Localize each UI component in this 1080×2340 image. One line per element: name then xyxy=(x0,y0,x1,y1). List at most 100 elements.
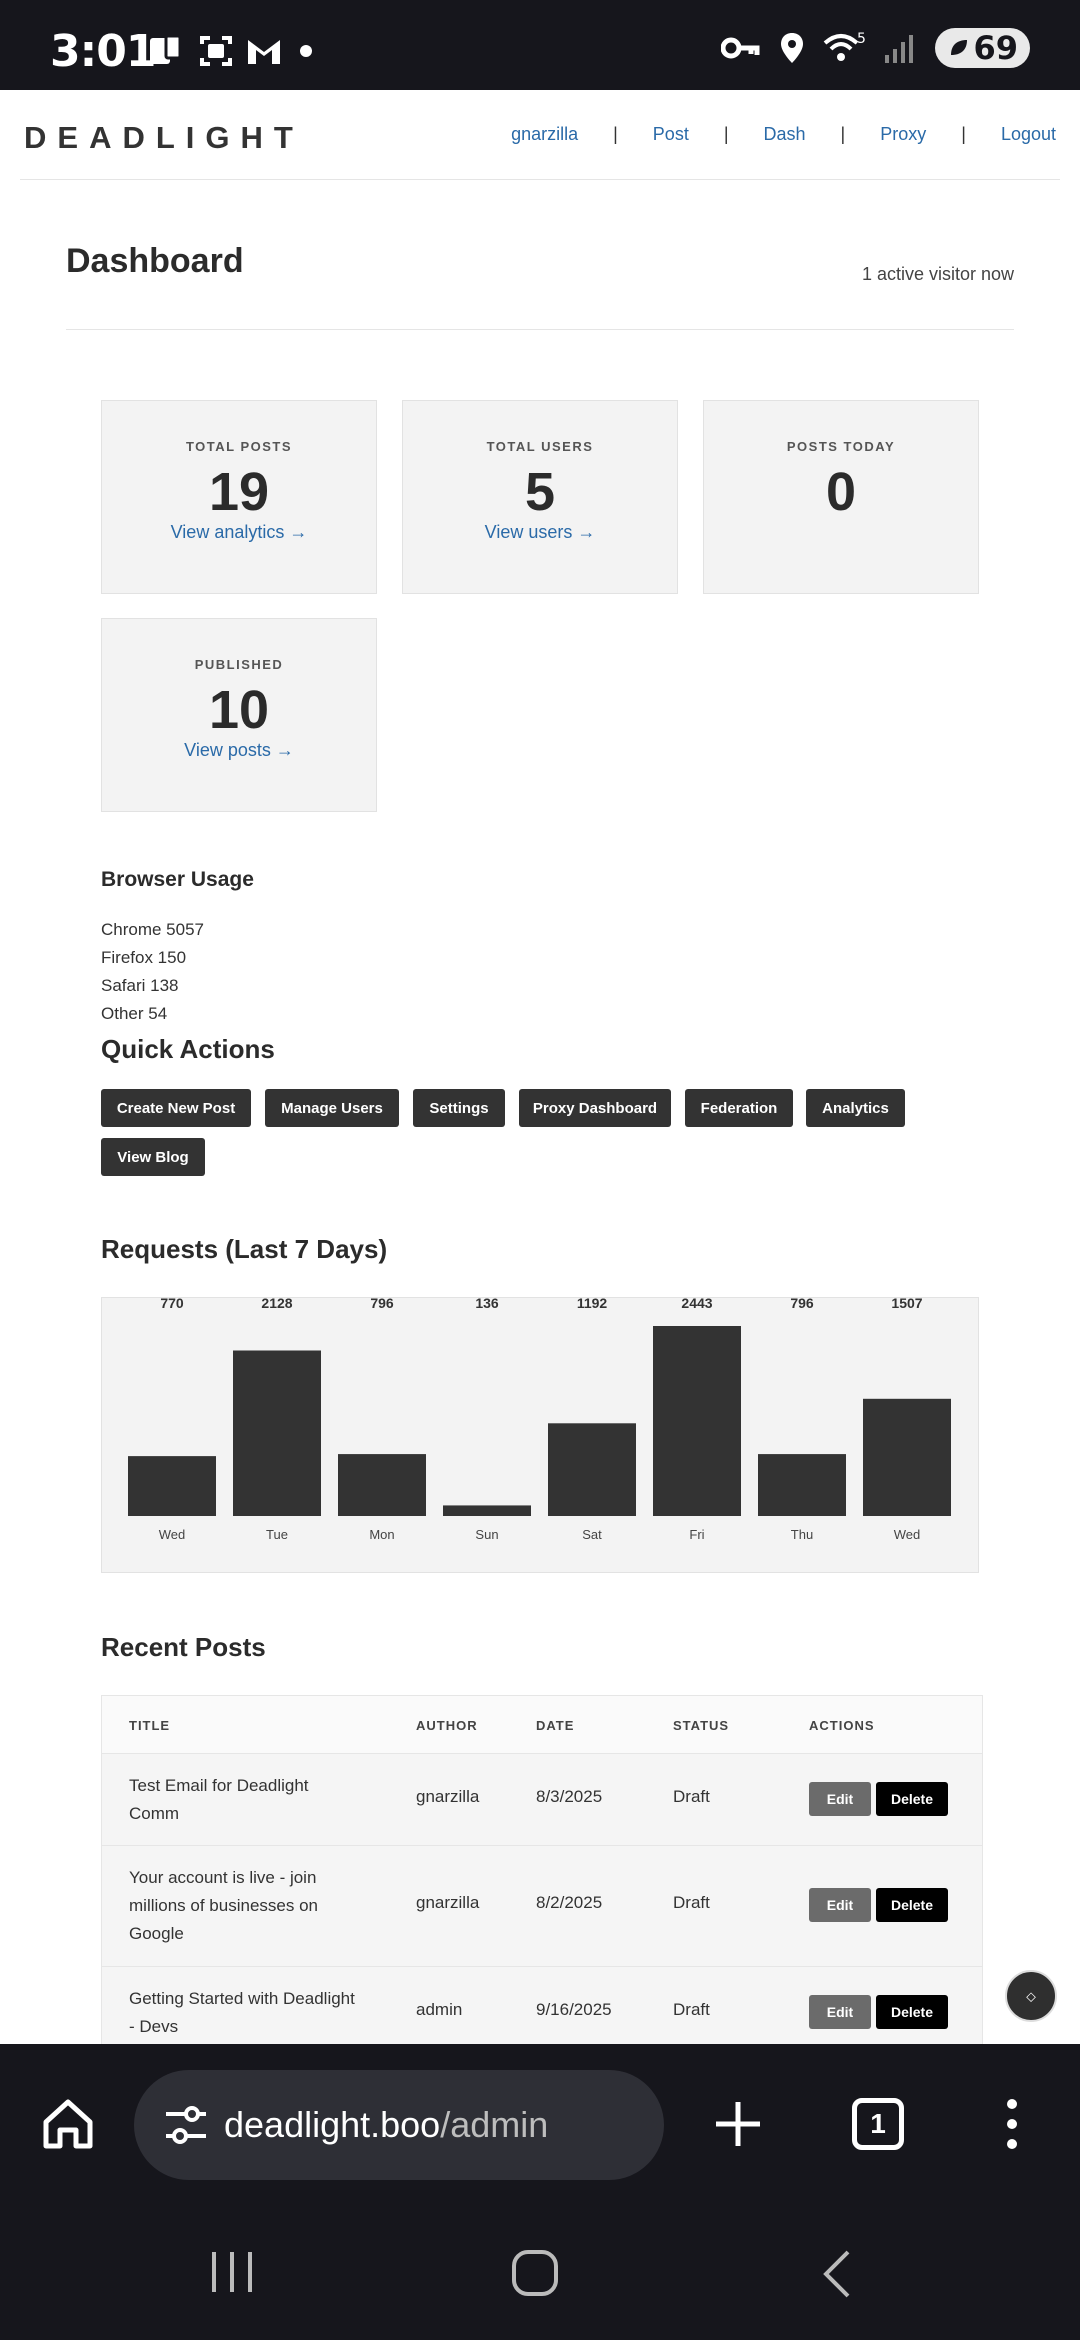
back-icon[interactable] xyxy=(818,2248,858,2300)
stat-label: TOTAL POSTS xyxy=(185,439,293,454)
url-path: /admin xyxy=(440,2104,549,2145)
post-author: admin xyxy=(416,2000,463,2019)
browser-usage-item: Firefox 150 xyxy=(101,948,187,967)
floating-toggle-button[interactable]: ⬦ xyxy=(1005,1970,1057,2022)
browser-usage-item: Other 54 xyxy=(101,1004,168,1023)
column-header-actions: ACTIONS xyxy=(809,1718,875,1733)
nav-link-proxy[interactable]: Proxy xyxy=(880,124,926,145)
post-author: gnarzilla xyxy=(416,1893,480,1912)
site-settings-icon[interactable] xyxy=(164,2106,208,2144)
home-nav-icon[interactable] xyxy=(510,2248,560,2298)
edit-button[interactable]: Edit xyxy=(809,1995,871,2029)
view-posts-link[interactable]: View posts → xyxy=(102,740,376,761)
stat-value: 10 xyxy=(208,680,270,740)
address-bar[interactable]: deadlight.boo/admin xyxy=(134,2070,664,2180)
url-domain: deadlight.boo xyxy=(224,2104,441,2145)
stat-value: 0 xyxy=(825,462,857,522)
nav-separator: | xyxy=(723,124,729,144)
requests-chart-svg: 770 Wed 2128 Tue 796 Mon 136 Sun 1192 Sat 2443 Fri 7… xyxy=(128,1295,951,1542)
delete-button[interactable]: Delete xyxy=(876,1782,948,1816)
stat-card-total-posts: TOTAL POSTS 19 View analytics → xyxy=(101,400,377,594)
post-title[interactable]: Getting Started with Deadlight - Devs xyxy=(129,1985,359,2041)
leaf-icon xyxy=(951,40,968,55)
settings-button[interactable]: Settings xyxy=(413,1089,505,1127)
post-status: Draft xyxy=(673,1787,710,1806)
stat-card-published: PUBLISHED 10 View posts → xyxy=(101,618,377,812)
more-options-icon[interactable] xyxy=(1000,2096,1024,2152)
delete-button[interactable]: Delete xyxy=(876,1995,948,2029)
edit-button[interactable]: Edit xyxy=(809,1782,871,1816)
chart-value-label: 136 xyxy=(475,1298,499,1311)
nav-link-dash[interactable]: Dash xyxy=(764,124,806,145)
location-icon xyxy=(781,33,804,63)
table-header: TITLE AUTHOR DATE STATUS ACTIONS xyxy=(102,1696,982,1754)
phone-tablet-icon xyxy=(150,34,182,64)
system-navigation-bar xyxy=(0,2204,1080,2340)
post-title[interactable]: Your account is live - join millions of … xyxy=(129,1864,359,1948)
home-icon[interactable] xyxy=(40,2096,96,2152)
notification-icons xyxy=(148,34,318,68)
chart-category-label: Tue xyxy=(266,1527,288,1542)
view-users-link[interactable]: View users → xyxy=(403,522,677,543)
view-analytics-link[interactable]: View analytics → xyxy=(102,522,376,543)
chart-value-label: 1192 xyxy=(577,1298,608,1311)
browser-usage-list: Chrome 5057 Firefox 150 Safari 138 Other… xyxy=(101,916,204,1028)
battery-indicator: 69 xyxy=(935,28,1030,68)
post-title[interactable]: Test Email for Deadlight Comm xyxy=(129,1772,359,1828)
delete-button[interactable]: Delete xyxy=(876,1888,948,1922)
stat-card-posts-today: POSTS TODAY 0 xyxy=(703,400,979,594)
nav-link-user[interactable]: gnarzilla xyxy=(511,124,578,145)
quick-actions-title: Quick Actions xyxy=(101,1034,275,1064)
post-status: Draft xyxy=(673,1893,710,1912)
chart-title: Requests (Last 7 Days) xyxy=(101,1234,388,1264)
recent-posts-table: TITLE AUTHOR DATE STATUS ACTIONS Test Em… xyxy=(101,1695,983,2059)
tab-count: 1 xyxy=(870,2108,886,2139)
chart-value-label: 1507 xyxy=(891,1298,922,1311)
browser-usage-title: Browser Usage xyxy=(101,868,254,891)
nav-separator: | xyxy=(613,124,618,144)
analytics-button[interactable]: Analytics xyxy=(806,1089,905,1127)
chart-category-label: Sat xyxy=(582,1527,602,1542)
chart-value-label: 796 xyxy=(790,1298,814,1311)
tab-switcher-button[interactable]: 1 xyxy=(852,2098,904,2150)
chart-bar xyxy=(338,1454,426,1516)
wifi-icon: 5 xyxy=(824,31,865,61)
chart-bar xyxy=(863,1398,951,1516)
stat-label: POSTS TODAY xyxy=(786,439,896,454)
view-blog-button[interactable]: View Blog xyxy=(101,1138,205,1176)
stat-label: TOTAL USERS xyxy=(486,439,594,454)
site-logo[interactable]: DEADLIGHT xyxy=(24,120,304,156)
chart-category-label: Sun xyxy=(475,1527,498,1542)
new-tab-icon[interactable] xyxy=(710,2096,766,2152)
chart-value-label: 770 xyxy=(160,1298,184,1311)
nav-link-logout[interactable]: Logout xyxy=(1001,124,1056,145)
status-time: 3:01 xyxy=(50,26,156,77)
stat-value: 19 xyxy=(208,462,270,522)
create-new-post-button[interactable]: Create New Post xyxy=(101,1089,251,1127)
manage-users-button[interactable]: Manage Users xyxy=(265,1089,399,1127)
chart-category-label: Fri xyxy=(689,1527,704,1542)
proxy-dashboard-button[interactable]: Proxy Dashboard xyxy=(519,1089,671,1127)
recent-posts-title: Recent Posts xyxy=(101,1632,266,1662)
post-date: 8/3/2025 xyxy=(536,1787,603,1806)
table-row: Your account is live - join millions of … xyxy=(102,1846,982,1967)
chart-value-label: 2128 xyxy=(261,1298,292,1311)
chart-category-label: Wed xyxy=(159,1527,186,1542)
edit-button[interactable]: Edit xyxy=(809,1888,871,1922)
chart-category-label: Wed xyxy=(894,1527,921,1542)
active-visitors: 1 active visitor now xyxy=(861,264,1014,284)
chart-bar xyxy=(233,1350,321,1516)
column-header-status: STATUS xyxy=(673,1718,730,1733)
chart-bar xyxy=(653,1326,741,1516)
vpn-key-icon xyxy=(721,37,760,59)
column-header-title: TITLE xyxy=(129,1718,171,1733)
chart-value-label: 796 xyxy=(370,1298,394,1311)
table-row: Test Email for Deadlight Comm gnarzilla … xyxy=(102,1754,982,1846)
chart-category-label: Mon xyxy=(369,1527,394,1542)
status-bar: 3:01 5 69 xyxy=(0,0,1080,90)
chart-bar xyxy=(758,1454,846,1516)
nav-link-post[interactable]: Post xyxy=(653,124,689,145)
chart-bar xyxy=(128,1456,216,1516)
federation-button[interactable]: Federation xyxy=(685,1089,793,1127)
recent-apps-icon[interactable] xyxy=(210,2248,254,2296)
